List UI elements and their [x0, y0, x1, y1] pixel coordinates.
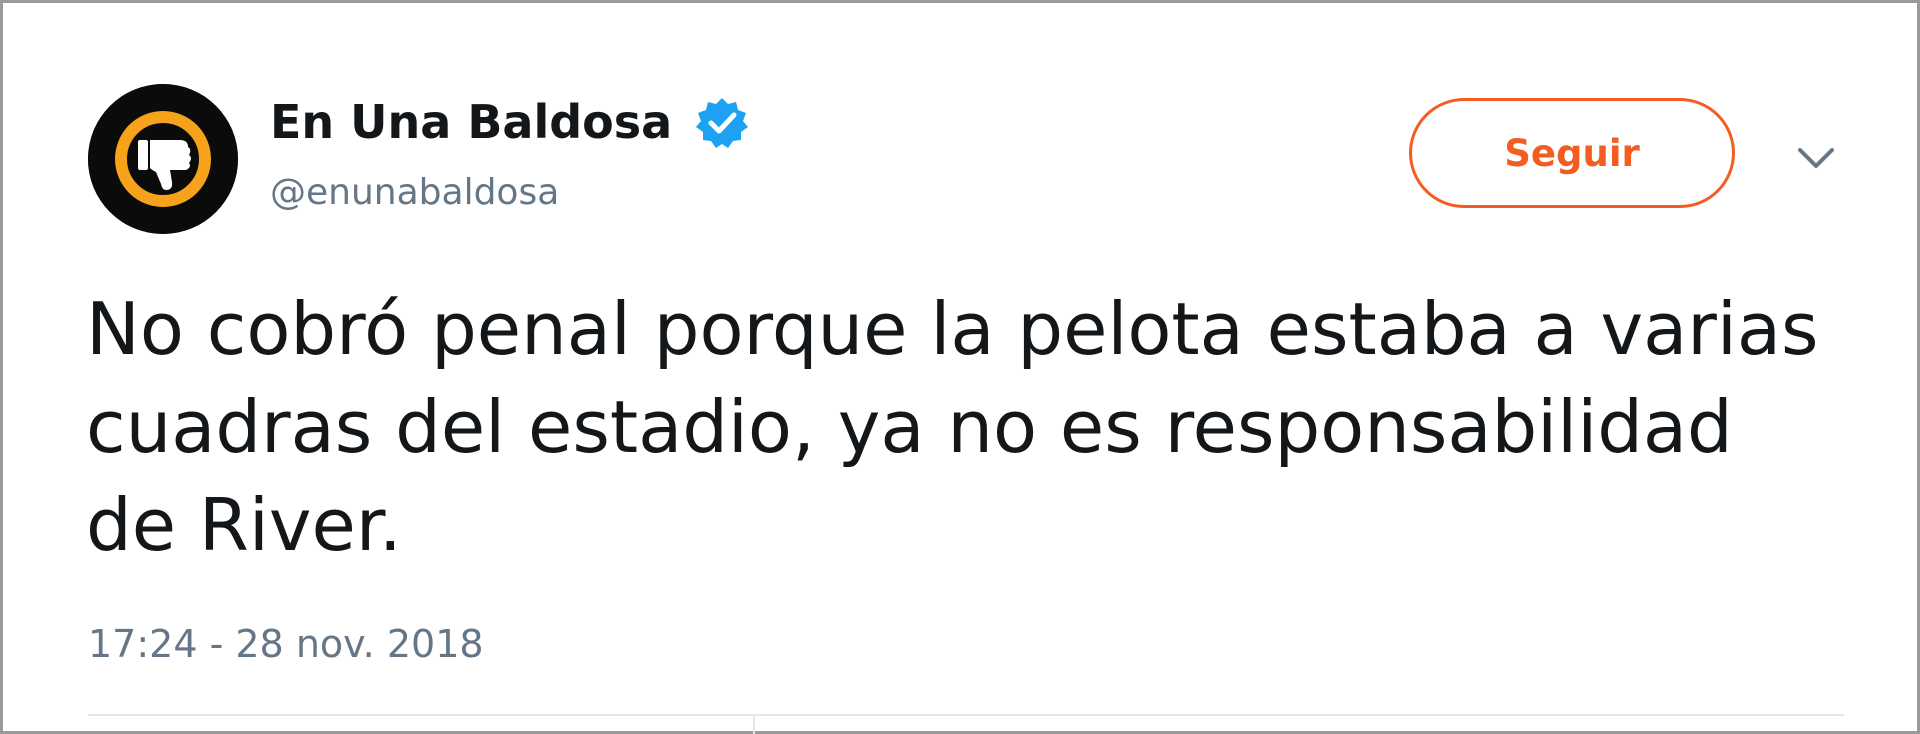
- divider-tick: [753, 714, 755, 734]
- thumbs-down-logo-icon: [88, 84, 238, 234]
- display-name[interactable]: En Una Baldosa: [270, 95, 672, 149]
- divider: [88, 714, 1844, 716]
- handle[interactable]: @enunabaldosa: [270, 172, 559, 213]
- timestamp[interactable]: 17:24 - 28 nov. 2018: [88, 622, 484, 666]
- avatar[interactable]: [88, 84, 238, 234]
- tweet-text: No cobró penal porque la pelota estaba a…: [86, 287, 1819, 567]
- verified-badge-icon: [695, 96, 749, 150]
- follow-button[interactable]: Seguir: [1409, 98, 1735, 208]
- chevron-down-icon[interactable]: [1792, 140, 1840, 176]
